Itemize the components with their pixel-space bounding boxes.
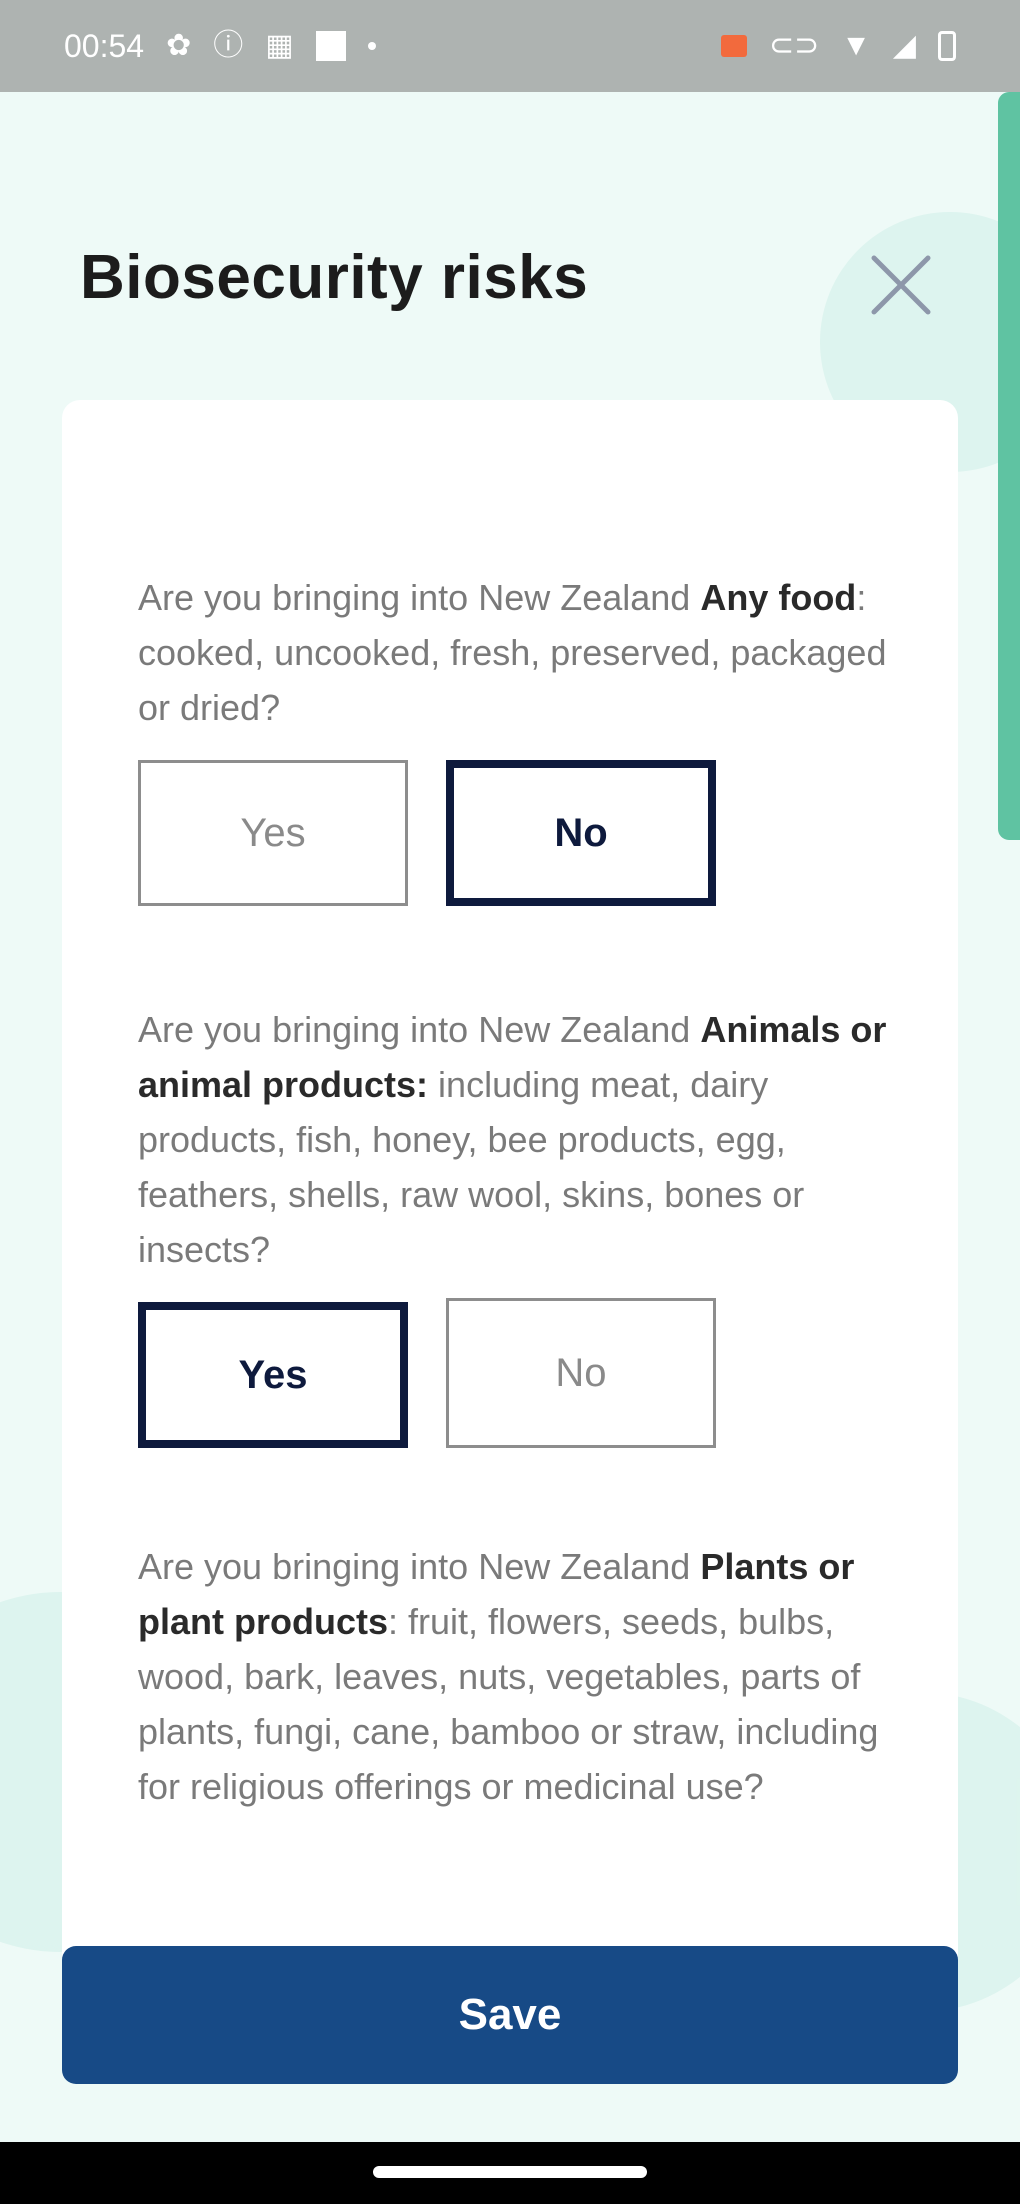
battery-icon [938, 31, 956, 61]
cast-icon [720, 35, 747, 57]
vibrate-icon: ⊂⊃ [768, 29, 820, 62]
question-food: Are you bringing into New Zealand Any fo… [138, 570, 898, 735]
question-plants: Are you bringing into New Zealand Plants… [138, 1539, 898, 1814]
calendar-icon: ▦ [265, 29, 294, 62]
question-plants-prefix: Are you bringing into New Zealand [138, 1546, 701, 1587]
home-gesture-handle[interactable] [373, 2166, 647, 2178]
status-left: 00:54 ✿ ⓘ ▦ [64, 28, 376, 65]
navigation-bar [0, 2142, 1020, 2204]
settings-icon: ✿ [166, 29, 192, 62]
animals-no-button[interactable]: No [446, 1298, 716, 1448]
question-animals: Are you bringing into New Zealand Animal… [138, 1002, 898, 1277]
biosecurity-screen: Biosecurity risks Are you bringing into … [0, 92, 1020, 2142]
question-food-prefix: Are you bringing into New Zealand [138, 577, 701, 618]
wifi-icon: ▼ [841, 29, 871, 62]
food-no-button[interactable]: No [446, 760, 716, 906]
status-time: 00:54 [64, 27, 145, 64]
notification-square-icon [315, 31, 346, 61]
status-bar: 00:54 ✿ ⓘ ▦ ⊂⊃ ▼ ◢ [0, 0, 1020, 92]
question-food-bold: Any food [700, 577, 857, 618]
scroll-indicator[interactable] [998, 92, 1020, 840]
question-animals-prefix: Are you bringing into New Zealand [138, 1009, 701, 1050]
page-title: Biosecurity risks [80, 243, 589, 312]
save-button[interactable]: Save [62, 1946, 958, 2084]
alert-circle-icon: ⓘ [213, 29, 244, 62]
close-button[interactable] [866, 250, 936, 320]
animals-yes-button[interactable]: Yes [138, 1302, 408, 1448]
close-icon [871, 255, 931, 315]
more-notifications-dot-icon [367, 42, 376, 50]
signal-icon: ◢ [892, 29, 916, 62]
food-yes-button[interactable]: Yes [138, 760, 408, 906]
status-right: ⊂⊃ ▼ ◢ [720, 29, 956, 62]
